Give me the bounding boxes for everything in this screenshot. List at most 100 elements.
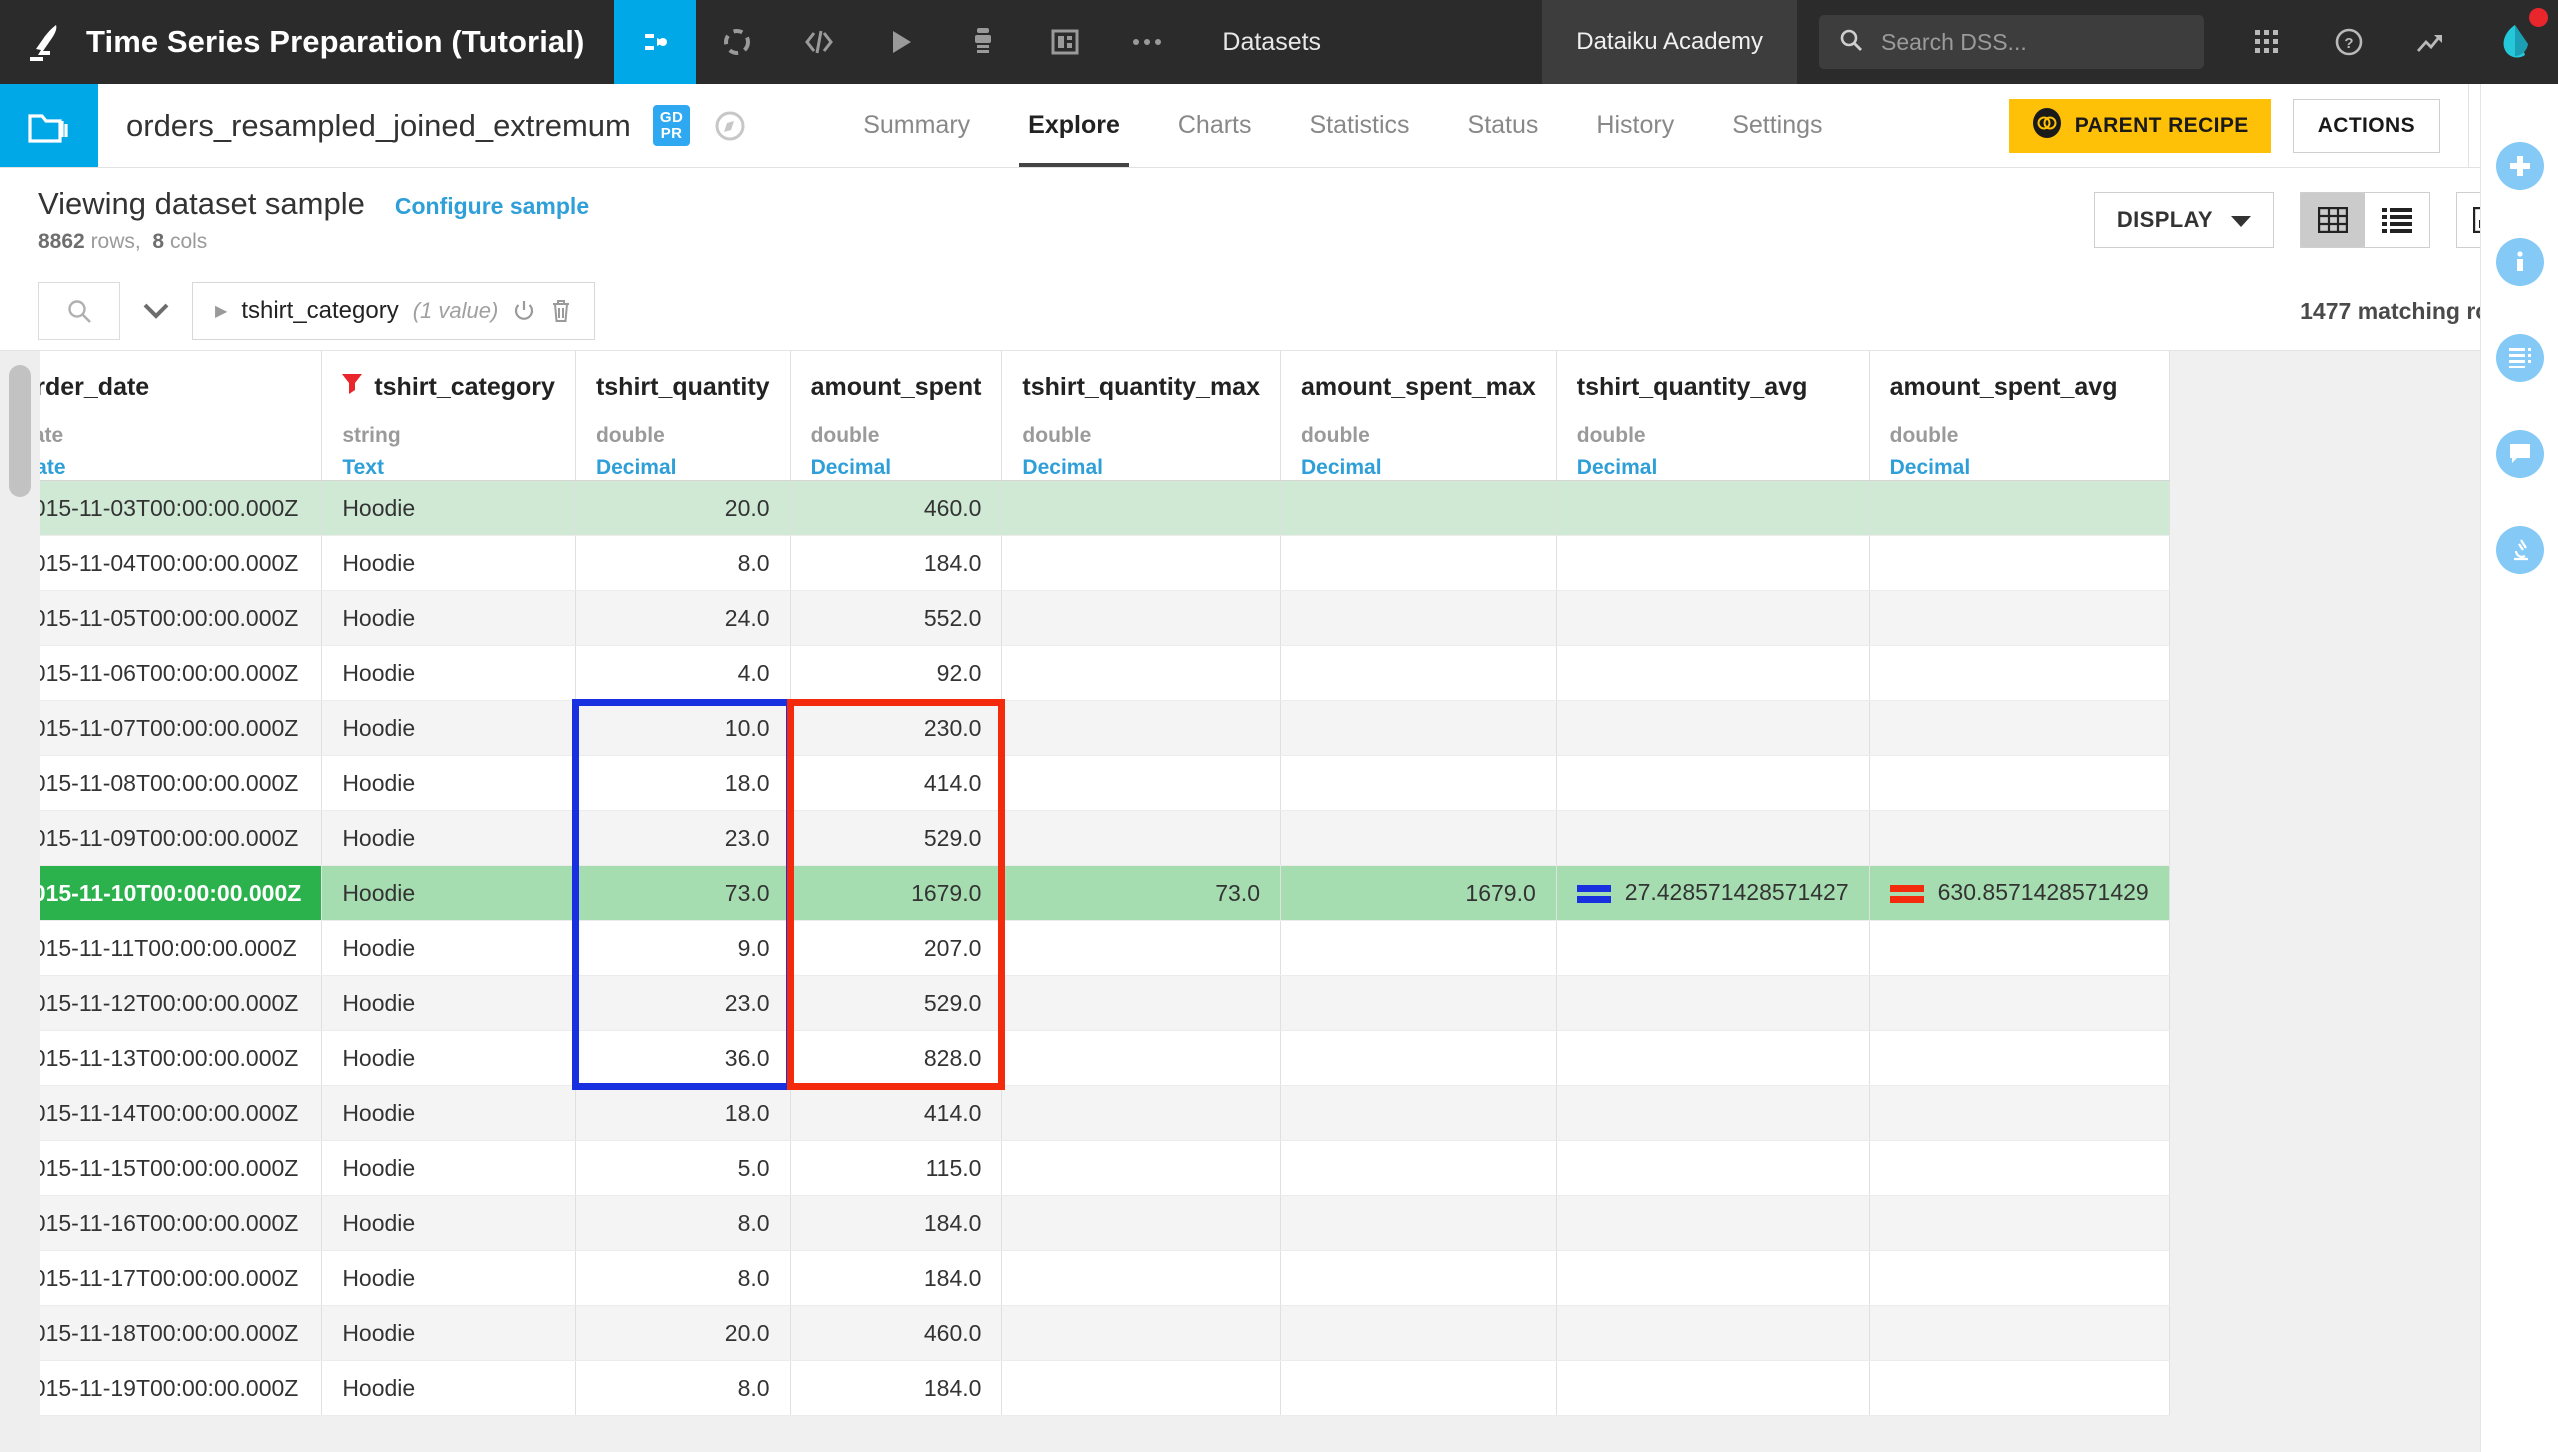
cell-order_date[interactable]: 2015-11-04T00:00:00.000Z [0,535,323,591]
cell-tshirt_quantity_avg[interactable] [1556,1195,1870,1251]
table-row[interactable]: 2015-11-17T00:00:00.000Z Hoodie 8.0 184.0 [0,1250,2170,1306]
column-header-amount_spent_avg[interactable]: amount_spent_avg double Decimal [1869,351,2170,481]
cell-tshirt_quantity[interactable]: 8.0 [575,535,791,591]
cell-amount_spent_max[interactable] [1280,1195,1557,1251]
cell-amount_spent_avg[interactable] [1869,755,2170,811]
cell-amount_spent_avg[interactable] [1869,1085,2170,1141]
vertical-scrollbar-thumb[interactable] [9,365,31,497]
dataset-folder-icon[interactable] [0,84,98,167]
trend-arrow-icon[interactable] [2390,0,2472,84]
cell-tshirt_quantity[interactable]: 8.0 [575,1195,791,1251]
cell-tshirt_quantity_avg[interactable] [1556,1140,1870,1196]
cell-amount_spent_avg[interactable] [1869,1305,2170,1361]
cell-tshirt_quantity_avg[interactable] [1556,1360,1870,1416]
column-header-amount_spent_max[interactable]: amount_spent_max double Decimal [1280,351,1557,481]
cell-tshirt_quantity_max[interactable] [1001,1140,1281,1196]
table-row[interactable]: 2015-11-08T00:00:00.000Z Hoodie 18.0 414.0 [0,755,2170,811]
cell-tshirt_category[interactable]: Hoodie [321,975,576,1031]
column-header-order_date[interactable]: order_date date Date [0,351,323,481]
cell-order_date[interactable]: 2015-11-10T00:00:00.000Z [0,865,323,921]
cell-tshirt_quantity_max[interactable] [1001,590,1281,646]
cell-amount_spent_max[interactable] [1280,590,1557,646]
column-header-tshirt_category[interactable]: tshirt_category string Text [321,351,576,481]
cell-amount_spent[interactable]: 529.0 [790,810,1003,866]
column-meaning[interactable]: Decimal [811,456,982,480]
filter-chevron-down-icon[interactable] [120,303,192,319]
cell-order_date[interactable]: 2015-11-17T00:00:00.000Z [0,1250,323,1306]
cell-tshirt_category[interactable]: Hoodie [321,1140,576,1196]
cell-amount_spent_avg[interactable] [1869,1360,2170,1416]
table-row[interactable]: 2015-11-19T00:00:00.000Z Hoodie 8.0 184.0 [0,1360,2170,1416]
cell-tshirt_quantity_max[interactable] [1001,810,1281,866]
cell-tshirt_quantity_avg[interactable] [1556,975,1870,1031]
column-meaning[interactable]: Decimal [1301,456,1536,480]
cell-amount_spent[interactable]: 414.0 [790,1085,1003,1141]
triangle-right-icon[interactable]: ▶ [215,301,227,321]
cell-amount_spent_max[interactable] [1280,1030,1557,1086]
cell-amount_spent_avg[interactable] [1869,590,2170,646]
cell-tshirt_category[interactable]: Hoodie [321,1195,576,1251]
project-title[interactable]: Time Series Preparation (Tutorial) [86,0,614,84]
cell-tshirt_quantity_avg[interactable] [1556,480,1870,536]
cell-amount_spent[interactable]: 184.0 [790,1360,1003,1416]
column-meaning[interactable]: Decimal [1577,456,1849,480]
cell-tshirt_quantity[interactable]: 10.0 [575,700,791,756]
actions-button[interactable]: ACTIONS [2292,98,2440,153]
cell-amount_spent_max[interactable] [1280,920,1557,976]
cell-amount_spent_max[interactable] [1280,480,1557,536]
cell-tshirt_quantity_max[interactable] [1001,1195,1281,1251]
filter-search-input[interactable] [38,282,120,340]
table-row[interactable]: 2015-11-16T00:00:00.000Z Hoodie 8.0 184.0 [0,1195,2170,1251]
cell-tshirt_quantity[interactable]: 5.0 [575,1140,791,1196]
column-header-tshirt_quantity[interactable]: tshirt_quantity double Decimal [575,351,791,481]
column-meaning[interactable]: Text [342,456,555,480]
cell-amount_spent[interactable]: 1679.0 [790,865,1003,921]
cell-tshirt_category[interactable]: Hoodie [321,1305,576,1361]
cell-tshirt_quantity_max[interactable] [1001,1360,1281,1416]
dataset-name[interactable]: orders_resampled_joined_extremum [98,84,631,167]
cell-amount_spent_max[interactable] [1280,1250,1557,1306]
lab-icon[interactable] [696,0,778,84]
global-search[interactable] [1819,15,2204,69]
cell-amount_spent_avg[interactable] [1869,645,2170,701]
cell-tshirt_quantity_max[interactable] [1001,755,1281,811]
column-header-amount_spent[interactable]: amount_spent double Decimal [790,351,1003,481]
cell-order_date[interactable]: 2015-11-18T00:00:00.000Z [0,1305,323,1361]
cell-amount_spent_max[interactable] [1280,1305,1557,1361]
cell-amount_spent_max[interactable] [1280,700,1557,756]
cell-amount_spent[interactable]: 414.0 [790,755,1003,811]
cell-tshirt_quantity_avg[interactable] [1556,810,1870,866]
cell-amount_spent_avg[interactable] [1869,535,2170,591]
cell-tshirt_quantity[interactable]: 8.0 [575,1360,791,1416]
configure-sample-link[interactable]: Configure sample [395,193,589,220]
cell-tshirt_category[interactable]: Hoodie [321,810,576,866]
table-row[interactable]: 2015-11-12T00:00:00.000Z Hoodie 23.0 529.0 [0,975,2170,1031]
cell-tshirt_quantity_max[interactable] [1001,920,1281,976]
cell-amount_spent_avg[interactable] [1869,975,2170,1031]
details-list-icon[interactable] [2495,334,2544,382]
cell-tshirt_quantity_max[interactable] [1001,535,1281,591]
help-question-icon[interactable]: ? [2308,0,2390,84]
cell-order_date[interactable]: 2015-11-13T00:00:00.000Z [0,1030,323,1086]
table-row[interactable]: 2015-11-09T00:00:00.000Z Hoodie 23.0 529.0 [0,810,2170,866]
automation-icon[interactable] [942,0,1024,84]
datasets-nav-label[interactable]: Datasets [1188,0,1355,84]
cell-order_date[interactable]: 2015-11-08T00:00:00.000Z [0,755,323,811]
jobs-play-icon[interactable] [860,0,942,84]
column-header-tshirt_quantity_max[interactable]: tshirt_quantity_max double Decimal [1001,351,1281,481]
cell-tshirt_quantity_max[interactable] [1001,480,1281,536]
data-table-container[interactable]: order_date date Date tshirt_category string T… [0,350,2558,1452]
info-icon[interactable] [2495,238,2544,286]
user-avatar[interactable] [2472,0,2558,84]
cell-amount_spent_avg[interactable] [1869,480,2170,536]
discussions-chat-icon[interactable] [2495,430,2544,478]
cell-tshirt_category[interactable]: Hoodie [321,1360,576,1416]
table-row[interactable]: 2015-11-04T00:00:00.000Z Hoodie 8.0 184.0 [0,535,2170,591]
column-meaning[interactable]: Decimal [1022,456,1260,480]
table-row[interactable]: 2015-11-06T00:00:00.000Z Hoodie 4.0 92.0 [0,645,2170,701]
list-view-icon[interactable] [2365,193,2429,247]
cell-tshirt_quantity_max[interactable] [1001,1250,1281,1306]
cell-amount_spent[interactable]: 529.0 [790,975,1003,1031]
column-header-tshirt_quantity_avg[interactable]: tshirt_quantity_avg double Decimal [1556,351,1870,481]
dashboard-icon[interactable] [1024,0,1106,84]
